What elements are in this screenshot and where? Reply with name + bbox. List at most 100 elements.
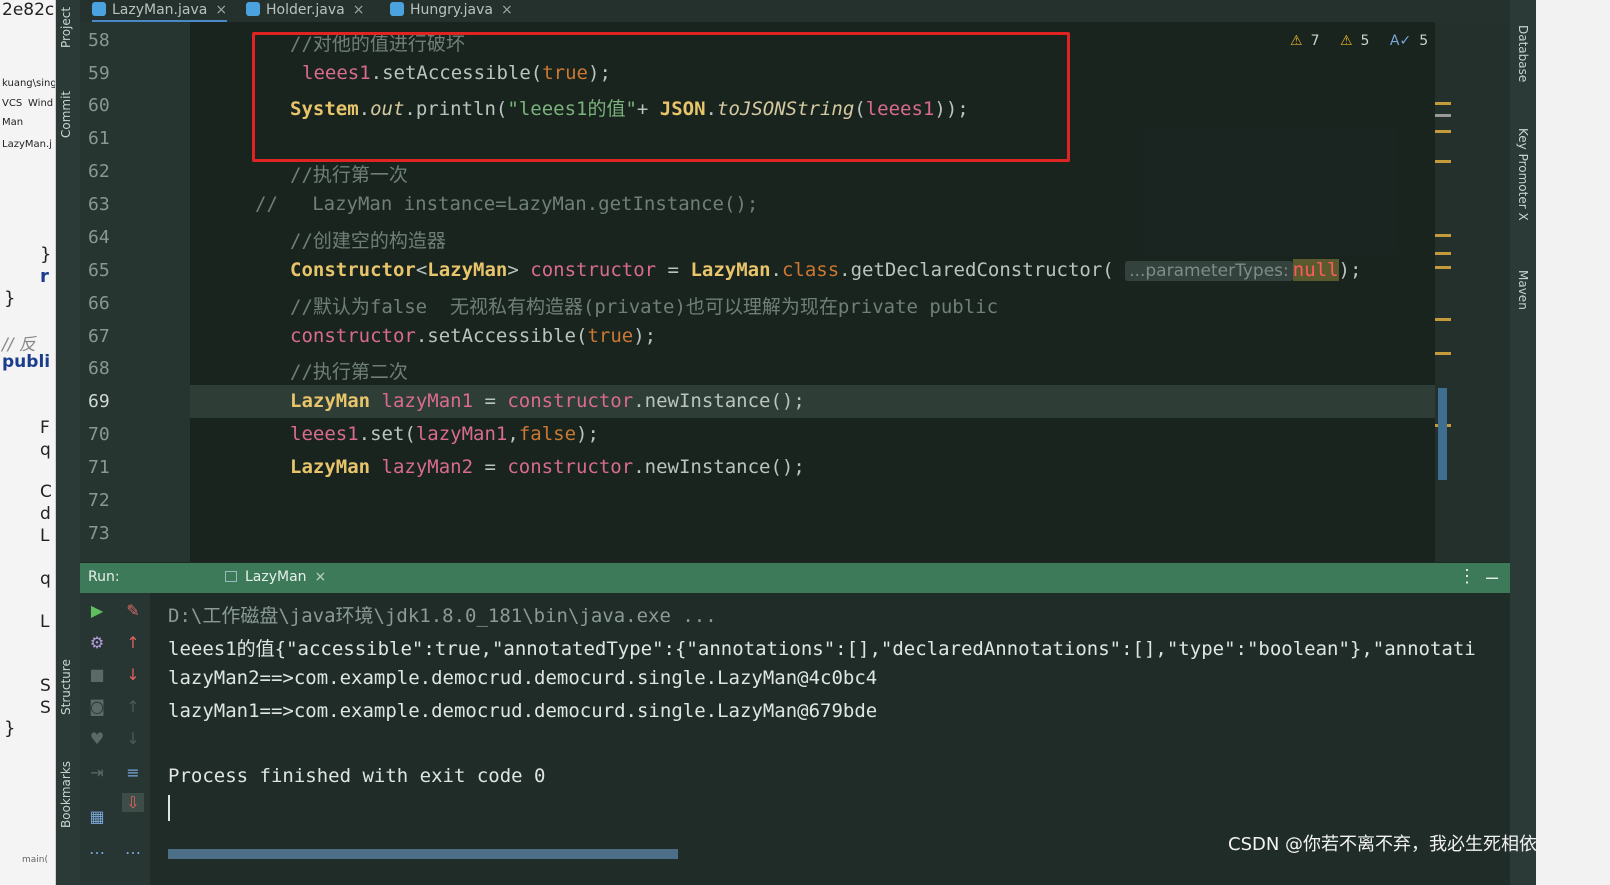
line-number-gutter[interactable]: 58 59 60 61 62 63 64 65 66 67 68 69 70 7… — [80, 22, 190, 562]
code-token: < — [415, 259, 428, 281]
line-number: 67 — [88, 326, 110, 347]
down-arrow-icon[interactable]: ↓ — [122, 665, 144, 684]
tab-hungry-java[interactable]: Hungry.java × — [390, 0, 513, 22]
line-number: 63 — [88, 194, 110, 215]
camera-icon[interactable]: ◙ — [86, 697, 108, 716]
line-number: 70 — [88, 424, 110, 445]
error-stripe-mark[interactable] — [1435, 352, 1451, 355]
exit-icon[interactable]: ⇥ — [86, 763, 108, 782]
close-icon[interactable]: × — [315, 569, 327, 585]
fragment-text: Man — [2, 117, 24, 128]
code-token: null — [1292, 259, 1339, 281]
structure-tool-button[interactable]: Structure — [59, 659, 73, 715]
error-stripe-mark[interactable] — [1435, 102, 1451, 105]
run-tab-lazyman[interactable]: LazyMan × — [225, 569, 326, 585]
close-icon[interactable]: × — [501, 2, 513, 18]
line-number: 72 — [88, 490, 110, 511]
error-stripe-mark[interactable] — [1435, 318, 1451, 321]
editor-minimap[interactable] — [1435, 22, 1510, 562]
code-token: lazyMan1 — [415, 423, 508, 445]
line-number: 64 — [88, 227, 110, 248]
error-stripe-mark[interactable] — [1435, 114, 1451, 117]
code-token: leees1 — [290, 423, 359, 445]
tab-lazyman-java[interactable]: LazyMan.java × — [92, 0, 228, 22]
code-token: . — [770, 259, 782, 281]
key-promoter-tool-button[interactable]: Key Promoter X — [1516, 128, 1530, 221]
java-class-icon — [246, 2, 260, 16]
close-icon[interactable]: × — [353, 2, 365, 18]
warning-count-a[interactable]: ⚠ 7 — [1290, 33, 1327, 49]
settings-icon[interactable]: ⚙ — [86, 633, 108, 652]
line-number: 73 — [88, 523, 110, 544]
up-arrow-icon[interactable]: ↑ — [122, 633, 144, 652]
warning-count-b[interactable]: ⚠ 5 — [1340, 33, 1377, 49]
fragment-text: 2e82c2 — [2, 0, 55, 20]
warning-count: 5 — [1360, 33, 1370, 49]
code-line-70: leees1.set(lazyMan1,false); — [290, 423, 599, 445]
code-token: = — [473, 456, 508, 478]
error-stripe-mark[interactable] — [1435, 234, 1451, 237]
edit-configuration-icon[interactable]: ✎ — [122, 601, 144, 620]
soft-wrap-icon[interactable]: ≡ — [122, 763, 144, 782]
background-window: 2e82c2 kuang\sing VCS Wind Man LazyMan.j… — [0, 0, 56, 885]
console-line: leees1的值{"accessible":true,"annotatedTyp… — [168, 638, 1476, 660]
fragment-text: kuang\sing — [2, 78, 56, 89]
database-tool-button[interactable]: Database — [1516, 25, 1530, 82]
minimize-icon[interactable]: — — [1486, 565, 1498, 589]
code-token: constructor — [507, 456, 634, 478]
layout-icon[interactable]: ▦ — [86, 807, 108, 826]
text-cursor — [168, 795, 170, 821]
run-config-icon — [225, 571, 237, 582]
error-stripe-mark[interactable] — [1435, 252, 1451, 255]
error-stripe-mark[interactable] — [1435, 266, 1451, 269]
more-icon[interactable]: … — [86, 839, 108, 858]
run-label: Run: — [88, 569, 120, 585]
more-options-icon[interactable]: ⋮ — [1458, 566, 1476, 587]
fragment-text: q — [40, 569, 51, 589]
code-token: > — [507, 259, 531, 281]
pin-icon[interactable]: ♥ — [86, 729, 108, 748]
code-token: LazyMan — [690, 259, 771, 281]
code-token: false — [518, 423, 577, 445]
bookmarks-tool-button[interactable]: Bookmarks — [59, 761, 73, 828]
typo-icon: A✓ — [1389, 33, 1412, 49]
maven-tool-button[interactable]: Maven — [1516, 270, 1530, 310]
scroll-to-end-icon[interactable]: ⇩ — [122, 793, 144, 812]
code-token: ); — [1338, 259, 1362, 281]
editor-tab-bar: LazyMan.java × Holder.java × Hungry.java × — [80, 0, 1510, 22]
code-token: constructor — [530, 259, 657, 281]
code-line-67: constructor.setAccessible(true); — [290, 325, 656, 347]
tab-label: Holder.java — [266, 2, 345, 18]
console-line: lazyMan1==>com.example.democrud.democurd… — [168, 700, 878, 722]
line-number: 61 — [88, 128, 110, 149]
typo-count[interactable]: A✓ 5 — [1390, 33, 1436, 49]
code-token: lazyMan1 — [381, 390, 474, 412]
previous-occurrence-icon[interactable]: ↑ — [122, 697, 144, 716]
right-tool-window-bar: Database Key Promoter X Maven — [1510, 0, 1536, 885]
rerun-icon[interactable]: ▶ — [86, 601, 108, 620]
fragment-text: S — [40, 698, 51, 718]
code-line-68: //执行第二次 — [290, 361, 408, 383]
console-horizontal-scrollbar[interactable] — [168, 849, 678, 859]
error-stripe-mark[interactable] — [1435, 130, 1451, 133]
more-icon[interactable]: … — [122, 839, 144, 858]
console-line: D:\工作磁盘\java环境\jdk1.8.0_181\bin\java.exe… — [168, 605, 717, 627]
code-token: = — [656, 259, 691, 281]
csdn-watermark: CSDN @你若不离不弃，我必生死相依 — [1228, 834, 1538, 855]
background-window-right — [1536, 0, 1610, 885]
code-token: LazyMan — [290, 456, 382, 478]
project-tool-button[interactable]: Project — [59, 7, 73, 48]
stop-icon[interactable]: ■ — [86, 665, 108, 684]
line-number: 58 — [88, 30, 110, 51]
fragment-text: main( — [22, 855, 48, 865]
tab-holder-java[interactable]: Holder.java × — [246, 0, 364, 22]
code-token: ); — [633, 325, 657, 347]
error-stripe-mark[interactable] — [1435, 160, 1451, 163]
code-line-62: //执行第一次 — [290, 164, 408, 186]
editor-scrollbar-thumb[interactable] — [1438, 388, 1447, 480]
code-token: .set( — [358, 423, 416, 445]
close-icon[interactable]: × — [215, 2, 227, 18]
next-occurrence-icon[interactable]: ↓ — [122, 729, 144, 748]
commit-tool-button[interactable]: Commit — [59, 91, 73, 138]
fragment-text: VCS — [2, 98, 23, 109]
